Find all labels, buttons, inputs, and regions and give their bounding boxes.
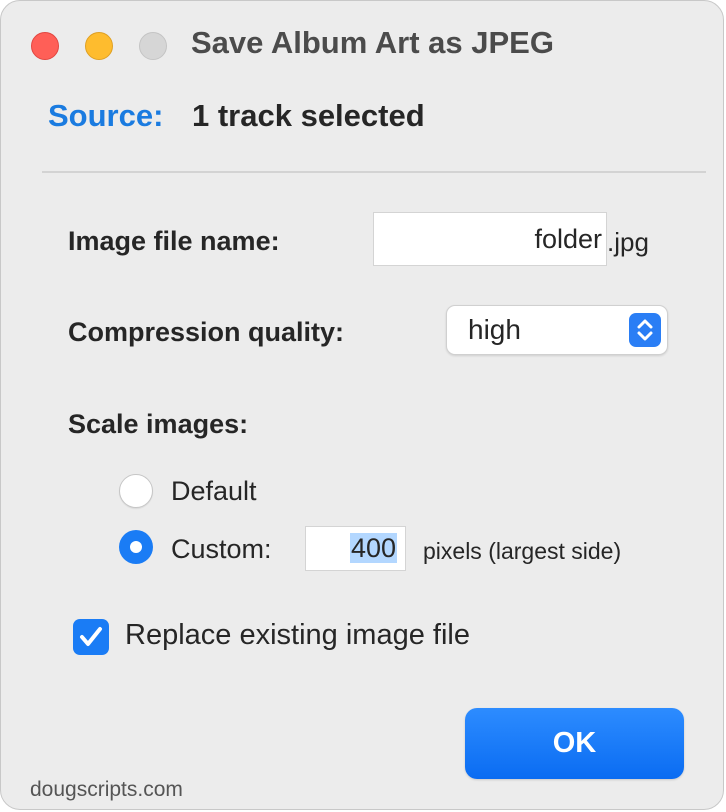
radio-default[interactable] [119,474,153,508]
window-title: Save Album Art as JPEG [191,25,554,60]
close-button[interactable] [31,32,59,60]
radio-custom[interactable] [119,530,153,564]
radio-default-label: Default [171,476,257,506]
compression-select[interactable]: high [446,305,668,355]
radio-custom-label: Custom: [171,534,272,564]
filename-input[interactable]: folder [373,212,607,266]
pixels-input[interactable]: 400 [305,526,406,571]
filename-extension: .jpg [607,227,649,257]
source-label: Source: [48,98,164,133]
compression-selected-value: high [468,314,521,345]
compression-label: Compression quality: [68,317,345,347]
replace-checkbox[interactable] [73,619,109,655]
minimize-button[interactable] [85,32,113,60]
scale-images-label: Scale images: [68,409,249,439]
ok-button[interactable]: OK [465,708,684,779]
source-value: 1 track selected [192,98,425,133]
pixels-hint: pixels (largest side) [423,538,622,564]
filename-label: Image file name: [68,226,280,256]
replace-checkbox-label: Replace existing image file [125,619,470,651]
up-down-chevron-icon [629,313,661,347]
dialog-window: Save Album Art as JPEG Source: 1 track s… [0,0,724,810]
zoom-button[interactable] [139,32,167,60]
divider [42,171,706,173]
footer-credit: dougscripts.com [30,778,183,801]
checkmark-icon [80,627,102,646]
radio-selected-dot [130,541,142,553]
pixels-value: 400 [349,533,397,563]
